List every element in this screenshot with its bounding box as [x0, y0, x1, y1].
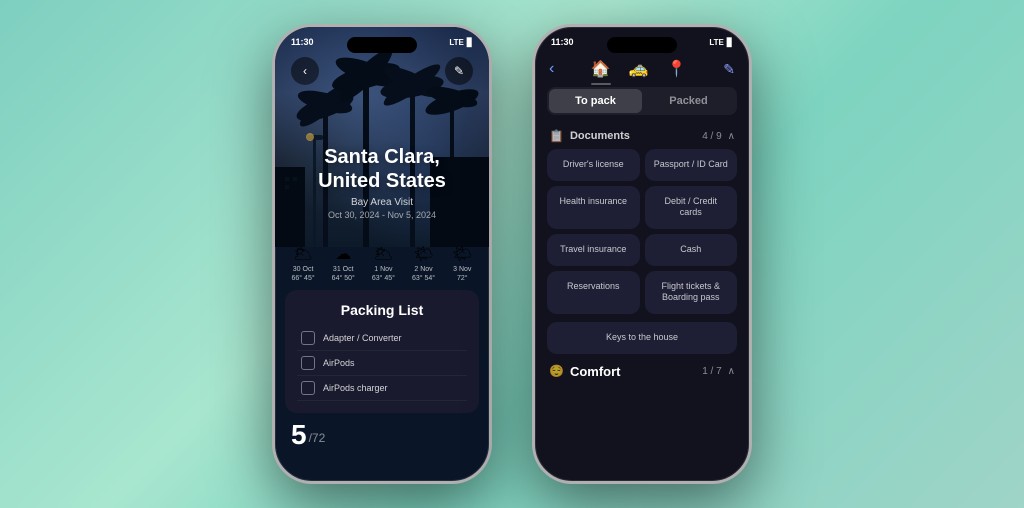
keys-row: Keys to the house — [535, 318, 749, 358]
tab-packed[interactable]: Packed — [642, 89, 735, 113]
weather-date-3: 2 Nov — [414, 266, 432, 273]
nav-taxi-icon[interactable]: 🚕 — [629, 59, 649, 79]
weather-icon-2: 🌥 — [373, 244, 393, 264]
documents-header-left: 📋 Documents — [549, 129, 630, 143]
dynamic-island-1 — [347, 37, 417, 53]
hero-content: Santa Clara, United States Bay Area Visi… — [275, 85, 489, 220]
weather-temp-3: 63° 54° — [412, 275, 435, 282]
weather-temp-0: 66° 45° — [292, 275, 315, 282]
packing-item-label-0: Adapter / Converter — [323, 333, 402, 343]
item-reservations[interactable]: Reservations — [547, 271, 640, 314]
weather-day-1: ☁ 31 Oct 64° 50° — [332, 244, 355, 282]
battery-icon-2: ▊ — [727, 38, 733, 47]
comfort-section-header[interactable]: 😌 Comfort 1 / 7 ∧ — [535, 358, 749, 383]
comfort-icon: 😌 — [549, 364, 564, 378]
packing-item-0[interactable]: Adapter / Converter — [297, 326, 467, 351]
checkbox-1[interactable] — [301, 356, 315, 370]
item-drivers-license[interactable]: Driver's license — [547, 149, 640, 181]
edit-icon-1: ✎ — [454, 64, 464, 78]
weather-icon-0: 🌥 — [293, 244, 313, 264]
nav-edit-button[interactable]: ✎ — [723, 61, 735, 78]
city-name: Santa Clara, United States — [291, 145, 473, 193]
packing-title: Packing List — [297, 302, 467, 318]
documents-section-header[interactable]: 📋 Documents 4 / 9 ∧ — [535, 123, 749, 149]
packing-count-num: 5 — [291, 421, 307, 449]
weather-date-1: 31 Oct — [333, 266, 354, 273]
nav-home-icon[interactable]: 🏠 — [591, 59, 611, 79]
signal-1: LTE — [449, 38, 464, 47]
comfort-chevron: ∧ — [728, 366, 735, 377]
weather-day-0: 🌥 30 Oct 66° 45° — [292, 244, 315, 282]
packing-count: 5 /72 — [275, 413, 489, 449]
documents-header-right: 4 / 9 ∧ — [702, 131, 735, 142]
item-flight-tickets[interactable]: Flight tickets & Boarding pass — [645, 271, 738, 314]
weather-day-4: 🌤 3 Nov 72° — [452, 244, 472, 282]
item-travel-insurance[interactable]: Travel insurance — [547, 234, 640, 266]
signal-2: LTE — [709, 38, 724, 47]
item-passport[interactable]: Passport / ID Card — [645, 149, 738, 181]
weather-date-4: 3 Nov — [453, 266, 471, 273]
weather-temp-4: 72° — [457, 275, 468, 282]
packing-item-2[interactable]: AirPods charger — [297, 376, 467, 401]
documents-chevron: ∧ — [728, 131, 735, 142]
nav-location-icon[interactable]: 📍 — [667, 59, 687, 79]
weather-date-2: 1 Nov — [374, 266, 392, 273]
packing-item-label-1: AirPods — [323, 358, 355, 368]
comfort-header-right: 1 / 7 ∧ — [702, 366, 735, 377]
packing-section: Packing List Adapter / Converter AirPods… — [285, 290, 479, 413]
weather-day-2: 🌥 1 Nov 63° 45° — [372, 244, 395, 282]
status-right-1: LTE ▊ — [449, 38, 473, 47]
back-button-2[interactable]: ‹ — [549, 60, 554, 78]
weather-strip: 🌥 30 Oct 66° 45° ☁ 31 Oct 64° 50° 🌥 1 No… — [275, 230, 489, 290]
phone-2: 11:30 LTE ▊ ‹ 🏠 🚕 📍 ✎ To pack Packed 📋 D… — [532, 24, 752, 484]
phone-1: 11:30 LTE ▊ ‹ ✎ Santa Clara, United Stat… — [272, 24, 492, 484]
weather-day-3: 🌤 2 Nov 63° 54° — [412, 244, 435, 282]
checkbox-2[interactable] — [301, 381, 315, 395]
tab-to-pack[interactable]: To pack — [549, 89, 642, 113]
documents-label: Documents — [570, 130, 630, 142]
dynamic-island-2 — [607, 37, 677, 53]
packing-count-total: /72 — [309, 431, 326, 449]
item-health-insurance[interactable]: Health insurance — [547, 186, 640, 229]
comfort-label: Comfort — [570, 364, 621, 379]
trip-dates: Oct 30, 2024 - Nov 5, 2024 — [291, 210, 473, 220]
checkbox-0[interactable] — [301, 331, 315, 345]
edit-button-1[interactable]: ✎ — [445, 57, 473, 85]
weather-temp-1: 64° 50° — [332, 275, 355, 282]
weather-icon-1: ☁ — [335, 244, 351, 264]
packing-item-1[interactable]: AirPods — [297, 351, 467, 376]
tabs: To pack Packed — [547, 87, 737, 115]
documents-icon: 📋 — [549, 129, 564, 143]
phone1-header: ‹ ✎ — [275, 57, 489, 85]
phone2-nav: ‹ 🏠 🚕 📍 ✎ — [535, 55, 749, 87]
comfort-header-left: 😌 Comfort — [549, 364, 621, 379]
documents-items-grid: Driver's license Passport / ID Card Heal… — [535, 149, 749, 318]
back-icon-1: ‹ — [303, 64, 307, 78]
back-button-1[interactable]: ‹ — [291, 57, 319, 85]
weather-icon-3: 🌤 — [413, 244, 433, 264]
packing-item-label-2: AirPods charger — [323, 383, 388, 393]
status-right-2: LTE ▊ — [709, 38, 733, 47]
comfort-count: 1 / 7 — [702, 366, 721, 377]
weather-icon-4: 🌤 — [452, 244, 472, 264]
time-2: 11:30 — [551, 37, 574, 47]
trip-name: Bay Area Visit — [291, 197, 473, 208]
nav-icons: 🏠 🚕 📍 — [591, 59, 687, 79]
documents-count: 4 / 9 — [702, 131, 721, 142]
item-keys[interactable]: Keys to the house — [547, 322, 737, 354]
item-cash[interactable]: Cash — [645, 234, 738, 266]
weather-date-0: 30 Oct — [293, 266, 314, 273]
battery-icon-1: ▊ — [467, 38, 473, 47]
weather-temp-2: 63° 45° — [372, 275, 395, 282]
time-1: 11:30 — [291, 37, 314, 47]
item-debit-credit[interactable]: Debit / Credit cards — [645, 186, 738, 229]
